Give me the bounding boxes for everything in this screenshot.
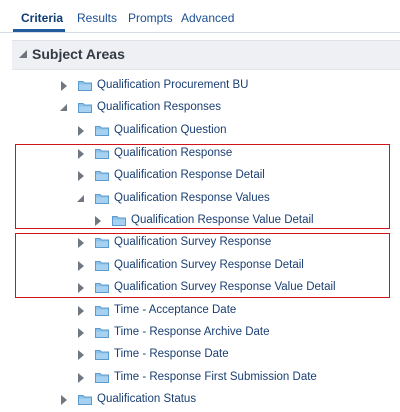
highlight-box-response-group [15, 144, 390, 229]
tree-item-label[interactable]: Qualification Question [114, 124, 227, 136]
tree-item[interactable]: Time - Acceptance Date [0, 301, 400, 321]
tree-item[interactable]: Time - Response Archive Date [0, 323, 400, 343]
folder-icon [78, 394, 92, 405]
folder-icon [95, 327, 109, 338]
triangle-right-icon[interactable] [78, 306, 84, 316]
triangle-right-icon[interactable] [78, 373, 84, 383]
tree-item-label[interactable]: Time - Response First Submission Date [114, 371, 317, 383]
tree-item[interactable]: Qualification Responses [0, 98, 400, 118]
folder-icon [95, 125, 109, 136]
tree-item[interactable]: Time - Response Date [0, 345, 400, 365]
triangle-right-icon[interactable] [78, 328, 84, 338]
folder-icon [95, 349, 109, 360]
folder-icon [95, 305, 109, 316]
folder-icon [78, 102, 92, 113]
tree-item[interactable]: Time - Response First Submission Date [0, 368, 400, 388]
tree-item-label[interactable]: Time - Response Archive Date [114, 326, 270, 338]
triangle-right-icon[interactable] [61, 81, 67, 91]
tree-item[interactable]: Qualification Status [0, 390, 400, 410]
tree-item-label[interactable]: Qualification Status [97, 393, 196, 405]
triangle-right-icon[interactable] [78, 350, 84, 360]
folder-icon [95, 372, 109, 383]
tree-item[interactable]: Qualification Question [0, 121, 400, 141]
tree-item-label[interactable]: Time - Response Date [114, 348, 229, 360]
triangle-right-icon[interactable] [61, 395, 67, 405]
triangle-right-icon[interactable] [78, 126, 84, 136]
folder-icon [78, 80, 92, 91]
highlight-box-survey-group [15, 233, 390, 298]
tree-item[interactable]: Qualification Procurement BU [0, 76, 400, 96]
tree-item-label[interactable]: Time - Acceptance Date [114, 304, 236, 316]
triangle-down-icon[interactable] [60, 104, 67, 111]
tree-item-label[interactable]: Qualification Procurement BU [97, 79, 248, 91]
tree-item-label[interactable]: Qualification Responses [97, 101, 221, 113]
